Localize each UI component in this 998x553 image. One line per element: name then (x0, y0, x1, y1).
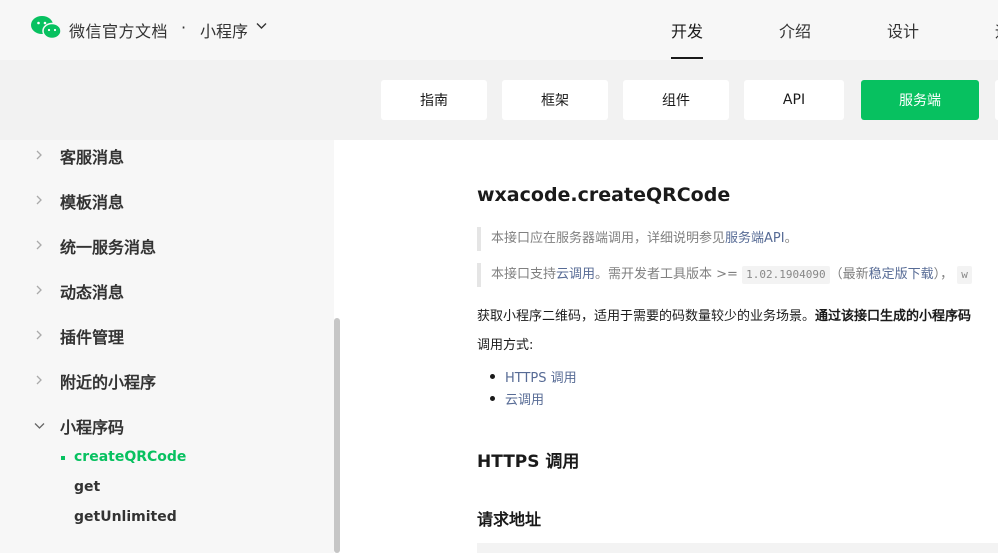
sidebar-item-updatable-message[interactable]: 动态消息 (0, 275, 334, 305)
stable-download-link[interactable]: 稳定版下载 (869, 267, 934, 282)
tab-components-label: 组件 (662, 93, 690, 109)
sidebar-item-label: 插件管理 (60, 328, 125, 347)
tab-guide-label: 指南 (420, 93, 448, 109)
tab-api-label: API (782, 92, 806, 108)
active-bullet (61, 456, 65, 460)
note-text: 。 (784, 231, 798, 246)
nav-intro[interactable]: 介绍 (779, 18, 811, 42)
https-call-link[interactable]: HTTPS 调用 (505, 367, 577, 386)
wechat-logo-icon[interactable] (30, 14, 62, 40)
sidebar-item-wxacode[interactable]: 小程序码 (0, 410, 334, 440)
nav-design[interactable]: 设计 (887, 18, 919, 42)
sidebar-item-nearby-miniprogram[interactable]: 附近的小程序 (0, 365, 334, 395)
sidebar-subitem-label: getUnlimited (74, 509, 177, 525)
chevron-down-icon (34, 423, 45, 429)
inline-code: w (957, 266, 972, 284)
sidebar-item-label: 模板消息 (60, 193, 125, 212)
sidebar-subitem-get[interactable]: get (0, 476, 334, 500)
site-title[interactable]: 微信官方文档 (69, 18, 168, 42)
server-api-link[interactable]: 服务端API (725, 231, 785, 246)
sidebar-item-label: 客服消息 (60, 148, 125, 167)
chevron-right-icon (36, 150, 42, 160)
chevron-right-icon (36, 330, 42, 340)
page-title: wxacode.createQRCode (477, 184, 731, 206)
chevron-down-icon[interactable] (256, 22, 267, 30)
category-tab-bar: 指南 框架 组件 API 服务端 (0, 60, 998, 140)
section-selector[interactable]: 小程序 (200, 18, 248, 42)
chevron-right-icon (36, 240, 42, 250)
sidebar-item-label: 动态消息 (60, 283, 125, 302)
title-separator: · (181, 18, 187, 37)
note-text: 本接口应在服务器端调用，详细说明参见 (491, 231, 726, 246)
description-text: 获取小程序二维码，适用于需要的码数量较少的业务场景。 (477, 309, 816, 324)
sidebar-item-label: 统一服务消息 (60, 238, 157, 257)
note-cloud-call: 本接口支持云调用。需开发者工具版本 >= 1.02.1904090 （最新稳定版下… (477, 263, 972, 287)
version-code: 1.02.1904090 (742, 266, 830, 284)
cloud-call-link[interactable]: 云调用 (556, 267, 595, 282)
tab-framework[interactable]: 框架 (502, 80, 608, 120)
note-text: （最新 (829, 267, 869, 282)
chevron-right-icon (36, 195, 42, 205)
tab-components[interactable]: 组件 (623, 80, 729, 120)
description: 获取小程序二维码，适用于需要的码数量较少的业务场景。通过该接口生成的小程序码 (477, 305, 971, 324)
section-heading-https: HTTPS 调用 (477, 452, 580, 472)
sidebar-item-uniform-message[interactable]: 统一服务消息 (0, 230, 334, 260)
sidebar: 客服消息 模板消息 统一服务消息 动态消息 插件管理 附近的小程序 小程序码 c… (0, 140, 334, 553)
sidebar-subitem-label: get (74, 479, 101, 495)
note-text: ）， (933, 267, 954, 282)
description-bold-text: 通过该接口生成的小程序码 (815, 309, 972, 324)
chevron-right-icon (36, 285, 42, 295)
sidebar-item-label: 附近的小程序 (60, 373, 157, 392)
bullet-icon (490, 374, 495, 379)
note-text: 。需开发者工具版本 >= (595, 267, 743, 282)
section-heading-request-url: 请求地址 (477, 510, 542, 529)
sidebar-item-label: 小程序码 (60, 418, 125, 437)
sidebar-subitem-getunlimited[interactable]: getUnlimited (0, 506, 334, 530)
sidebar-item-template-message[interactable]: 模板消息 (0, 185, 334, 215)
tab-guide[interactable]: 指南 (381, 80, 487, 120)
bullet-icon (490, 396, 495, 401)
nav-active-underline (671, 57, 703, 59)
top-header: 微信官方文档 · 小程序 开发 介绍 设计 运 (0, 0, 998, 60)
tab-server-label: 服务端 (899, 93, 941, 109)
cloud-call-list-link[interactable]: 云调用 (505, 389, 544, 408)
tab-server[interactable]: 服务端 (861, 80, 979, 120)
chevron-right-icon (36, 375, 42, 385)
sidebar-subitem-label: createQRCode (74, 449, 187, 465)
tab-api[interactable]: API (744, 80, 844, 120)
code-block (477, 543, 998, 553)
call-method-label: 调用方式: (477, 338, 534, 353)
note-text: 本接口支持 (491, 267, 557, 282)
sidebar-item-customer-message[interactable]: 客服消息 (0, 140, 334, 170)
main-content: wxacode.createQRCode 本接口应在服务器端调用，详细说明参见服… (340, 140, 998, 553)
note-server-side: 本接口应在服务器端调用，详细说明参见服务端API。 (477, 227, 798, 251)
sidebar-item-plugin-manager[interactable]: 插件管理 (0, 320, 334, 350)
nav-develop[interactable]: 开发 (671, 18, 703, 42)
tab-framework-label: 框架 (541, 93, 569, 109)
sidebar-subitem-createqrcode[interactable]: createQRCode (0, 446, 334, 470)
